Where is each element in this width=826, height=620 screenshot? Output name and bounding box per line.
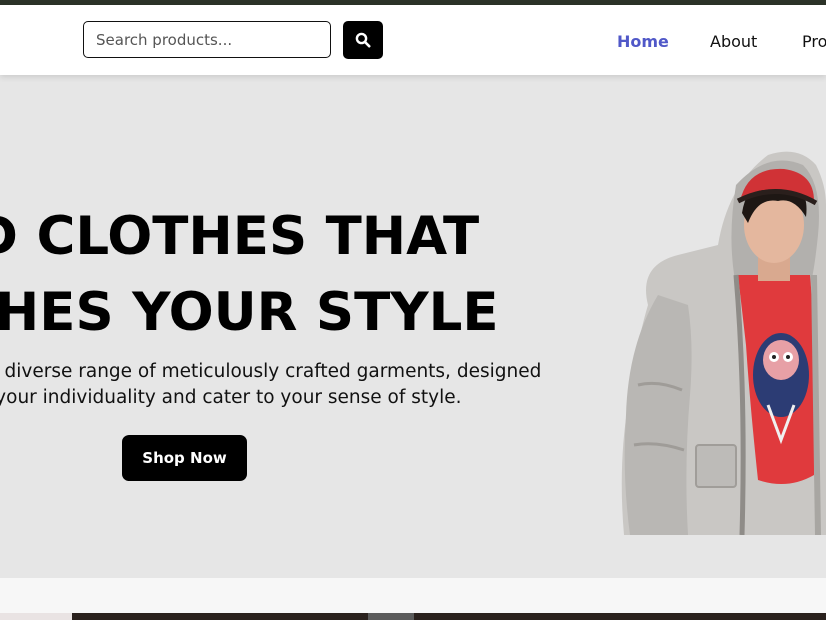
navbar: Home About Pro	[0, 5, 826, 75]
hero-headline-line2: CHES YOUR STYLE	[0, 282, 499, 343]
product-thumbnail	[368, 613, 414, 620]
search-button[interactable]	[343, 21, 383, 59]
nav-link-home[interactable]: Home	[617, 32, 669, 51]
product-images-preview-strip	[0, 613, 826, 620]
hero-subtext-line1: our diverse range of meticulously crafte…	[0, 361, 542, 382]
nav-link-products[interactable]: Pro	[802, 32, 826, 51]
search-input[interactable]	[83, 21, 331, 58]
search-icon	[355, 32, 371, 48]
hero-model-image	[621, 151, 826, 535]
product-thumbnail	[0, 613, 72, 620]
shop-now-button[interactable]: Shop Now	[122, 435, 247, 481]
hero-headline-line1: D CLOTHES THAT	[0, 206, 480, 267]
hero-subtext-line2: out your individuality and cater to your…	[0, 387, 462, 408]
section-divider-band	[0, 578, 826, 613]
nav-link-about[interactable]: About	[710, 32, 757, 51]
hero-section: D CLOTHES THAT CHES YOUR STYLE our diver…	[0, 75, 826, 578]
